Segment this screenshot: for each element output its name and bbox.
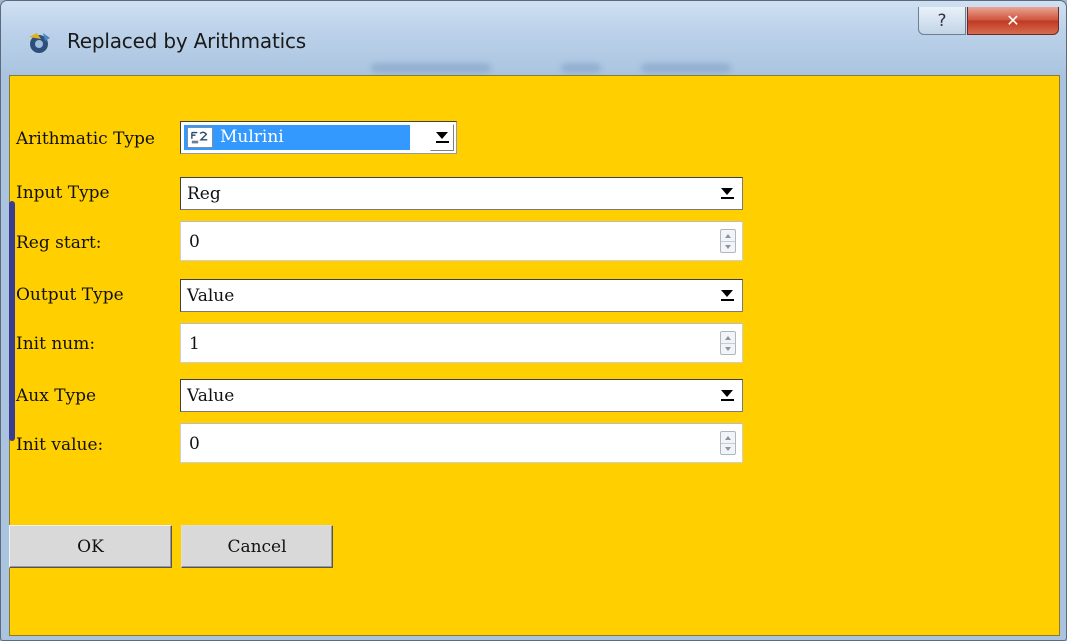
input-type-dropdown-button[interactable] [714, 180, 740, 207]
close-button[interactable]: ✕ [967, 7, 1059, 35]
arrow-up-icon [725, 435, 731, 440]
init-num-spinbox[interactable]: 1 [180, 323, 743, 363]
spin-down-button[interactable] [721, 343, 735, 354]
titlebar-glass-highlight [641, 63, 731, 73]
window-title: Replaced by Arithmatics [67, 29, 306, 53]
dropdown-bar-icon [720, 299, 734, 301]
spin-down-button[interactable] [721, 443, 735, 454]
arrow-down-icon [725, 446, 731, 451]
output-type-label: Output Type [16, 285, 124, 305]
titlebar-glass-highlight [561, 63, 601, 73]
cancel-button[interactable]: Cancel [181, 525, 333, 568]
chevron-down-icon [721, 188, 733, 195]
aux-type-combo[interactable]: Value [180, 379, 743, 412]
output-type-value: Value [187, 286, 235, 306]
arithmatic-type-value: Mulrini [220, 127, 284, 147]
arrow-down-icon [725, 346, 731, 351]
formula-icon [187, 127, 213, 148]
init-num-value: 1 [189, 334, 200, 354]
input-type-label: Input Type [16, 183, 110, 203]
help-icon: ? [937, 10, 947, 31]
app-gear-icon [29, 33, 50, 53]
reg-start-label: Reg start: [16, 233, 102, 253]
dropdown-bar-icon [720, 399, 734, 401]
aux-type-dropdown-button[interactable] [714, 382, 740, 409]
spin-down-button[interactable] [721, 241, 735, 252]
help-button[interactable]: ? [918, 7, 966, 35]
chevron-down-icon [721, 390, 733, 397]
reg-start-spinbox[interactable]: 0 [180, 221, 743, 261]
init-value-spinbox[interactable]: 0 [180, 423, 743, 463]
arithmatic-type-combo[interactable]: Mulrini [180, 121, 457, 154]
chevron-down-icon [436, 132, 448, 139]
output-type-combo[interactable]: Value [180, 279, 743, 312]
init-value-label: Init value: [16, 435, 104, 455]
titlebar-glass-highlight [371, 63, 491, 73]
output-type-dropdown-button[interactable] [714, 282, 740, 309]
aux-type-value: Value [187, 386, 235, 406]
arithmatic-type-dropdown-button[interactable] [430, 124, 454, 151]
chevron-down-icon [721, 290, 733, 297]
dropdown-bar-icon [720, 197, 734, 199]
arrow-up-icon [725, 233, 731, 238]
close-icon: ✕ [1006, 11, 1020, 30]
input-type-value: Reg [187, 184, 221, 204]
left-edge-strip [9, 201, 15, 441]
init-num-spin-buttons [720, 331, 736, 355]
arithmatic-type-selection: Mulrini [184, 125, 410, 150]
arrow-down-icon [725, 244, 731, 249]
init-value-value: 0 [189, 434, 200, 454]
arrow-up-icon [725, 335, 731, 340]
ok-button[interactable]: OK [9, 525, 172, 568]
dropdown-bar-icon [435, 141, 449, 143]
aux-type-label: Aux Type [16, 386, 97, 406]
dialog-window: Replaced by Arithmatics ? ✕ Arithmatic T… [0, 0, 1067, 641]
reg-start-spin-buttons [720, 229, 736, 253]
init-num-label: Init num: [16, 334, 96, 354]
arithmatic-type-label: Arithmatic Type [16, 129, 155, 149]
input-type-combo[interactable]: Reg [180, 177, 743, 210]
reg-start-value: 0 [189, 232, 200, 252]
init-value-spin-buttons [720, 431, 736, 455]
